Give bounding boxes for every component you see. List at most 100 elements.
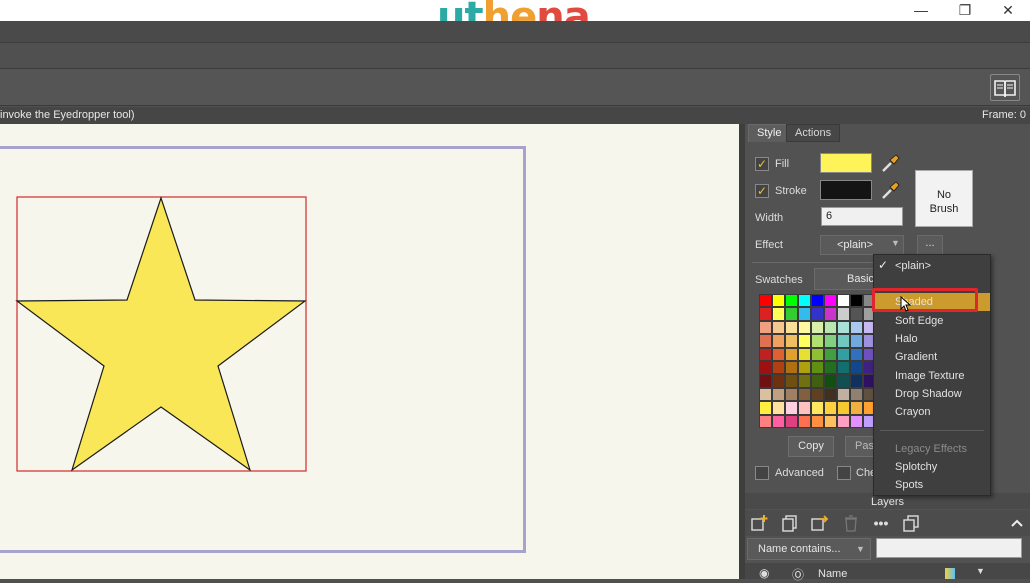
stroke-color-swatch[interactable]	[820, 180, 872, 200]
swatch-cell[interactable]	[824, 414, 837, 428]
swatch-cell[interactable]	[837, 360, 850, 375]
name-column-header[interactable]: Name	[818, 568, 847, 580]
swatch-cell[interactable]	[837, 307, 850, 321]
duplicate-layer-button[interactable]	[779, 512, 801, 534]
fill-checkbox[interactable]: ✓	[755, 157, 769, 171]
swatch-cell[interactable]	[759, 347, 772, 361]
swatch-cell[interactable]	[785, 294, 798, 308]
swatch-cell[interactable]	[785, 387, 798, 402]
swatch-cell[interactable]	[811, 307, 824, 321]
more-options-icon[interactable]: •••	[870, 512, 892, 534]
menu-item-image-texture[interactable]: Image Texture	[895, 370, 965, 382]
swatch-cell[interactable]	[759, 387, 772, 402]
swatch-cell[interactable]	[824, 294, 837, 308]
import-layer-button[interactable]	[809, 512, 831, 534]
layer-filter-input[interactable]	[876, 538, 1022, 558]
swatch-cell[interactable]	[759, 294, 772, 308]
swatch-cell[interactable]	[850, 401, 863, 415]
swatch-cell[interactable]	[811, 320, 824, 335]
swatch-cell[interactable]	[824, 307, 837, 321]
swatch-cell[interactable]	[850, 347, 863, 361]
swatch-cell[interactable]	[824, 401, 837, 415]
swatch-cell[interactable]	[772, 401, 785, 415]
swatch-cell[interactable]	[759, 374, 772, 388]
chevron-down-icon[interactable]: ▼	[976, 566, 985, 576]
swatch-cell[interactable]	[837, 334, 850, 348]
menu-item-gradient[interactable]: Gradient	[895, 351, 937, 363]
swatch-cell[interactable]	[798, 374, 811, 388]
swatch-cell[interactable]	[772, 360, 785, 375]
swatch-grid[interactable]	[759, 294, 877, 428]
swatch-cell[interactable]	[824, 347, 837, 361]
swatch-cell[interactable]	[785, 414, 798, 428]
swatch-cell[interactable]	[824, 387, 837, 402]
collapse-layers-button[interactable]	[1006, 512, 1028, 534]
swatch-cell[interactable]	[759, 360, 772, 375]
swatch-cell[interactable]	[785, 334, 798, 348]
tab-style[interactable]: Style	[748, 124, 791, 142]
menu-item-halo[interactable]: Halo	[895, 333, 918, 345]
swatch-cell[interactable]	[772, 334, 785, 348]
swatch-cell[interactable]	[811, 374, 824, 388]
swatch-cell[interactable]	[850, 320, 863, 335]
menu-item-drop-shadow[interactable]: Drop Shadow	[895, 388, 962, 400]
swatch-cell[interactable]	[850, 307, 863, 321]
star-shape[interactable]	[15, 196, 307, 472]
swatch-cell[interactable]	[798, 360, 811, 375]
menu-item-spots[interactable]: Spots	[895, 479, 923, 491]
swatch-cell[interactable]	[850, 334, 863, 348]
swatch-cell[interactable]	[798, 320, 811, 335]
swatch-cell[interactable]	[772, 307, 785, 321]
color-column-icon[interactable]	[945, 568, 955, 579]
swatch-cell[interactable]	[811, 347, 824, 361]
swatch-cell[interactable]	[837, 401, 850, 415]
restore-button[interactable]: ❐	[950, 1, 980, 19]
swatch-cell[interactable]	[824, 374, 837, 388]
delete-layer-button[interactable]	[840, 512, 862, 534]
swatch-cell[interactable]	[759, 414, 772, 428]
swatch-cell[interactable]	[759, 401, 772, 415]
swatch-cell[interactable]	[772, 294, 785, 308]
swatch-cell[interactable]	[772, 414, 785, 428]
close-button[interactable]: ✕	[993, 1, 1023, 19]
swatch-cell[interactable]	[837, 294, 850, 308]
swatch-cell[interactable]	[798, 387, 811, 402]
swatch-cell[interactable]	[798, 414, 811, 428]
effect-options-button[interactable]: ...	[917, 235, 943, 255]
menu-item-crayon[interactable]: Crayon	[895, 406, 930, 418]
swatch-cell[interactable]	[837, 374, 850, 388]
swatch-cell[interactable]	[811, 401, 824, 415]
help-book-button[interactable]	[990, 74, 1020, 101]
width-input[interactable]: 6	[821, 207, 903, 226]
copy-button[interactable]: Copy	[788, 436, 834, 457]
check-checkbox[interactable]	[837, 466, 851, 480]
swatch-cell[interactable]	[811, 360, 824, 375]
stroke-checkbox[interactable]: ✓	[755, 184, 769, 198]
drawing-surface[interactable]	[0, 124, 739, 579]
swatch-cell[interactable]	[759, 334, 772, 348]
swatch-cell[interactable]	[824, 360, 837, 375]
swatch-cell[interactable]	[759, 320, 772, 335]
swatch-cell[interactable]	[785, 320, 798, 335]
swatch-cell[interactable]	[811, 387, 824, 402]
fill-color-swatch[interactable]	[820, 153, 872, 173]
swatch-cell[interactable]	[772, 374, 785, 388]
swatch-cell[interactable]	[798, 334, 811, 348]
swatch-cell[interactable]	[850, 387, 863, 402]
tab-actions[interactable]: Actions	[786, 124, 841, 142]
swatch-cell[interactable]	[785, 307, 798, 321]
menu-item-plain[interactable]: <plain>	[895, 260, 931, 272]
new-layer-button[interactable]	[749, 512, 771, 534]
swatch-cell[interactable]	[759, 307, 772, 321]
stroke-eyedropper-icon[interactable]	[879, 179, 901, 201]
eye-icon[interactable]: ◉	[759, 566, 769, 580]
swatch-cell[interactable]	[824, 320, 837, 335]
swatch-cell[interactable]	[837, 347, 850, 361]
brush-preview-button[interactable]: No Brush	[915, 170, 973, 227]
menu-item-splotchy[interactable]: Splotchy	[895, 461, 937, 473]
swatch-cell[interactable]	[850, 374, 863, 388]
advanced-checkbox[interactable]	[755, 466, 769, 480]
effect-dropdown[interactable]: <plain> ▼	[820, 235, 904, 255]
swatch-cell[interactable]	[824, 334, 837, 348]
swatch-cell[interactable]	[811, 414, 824, 428]
